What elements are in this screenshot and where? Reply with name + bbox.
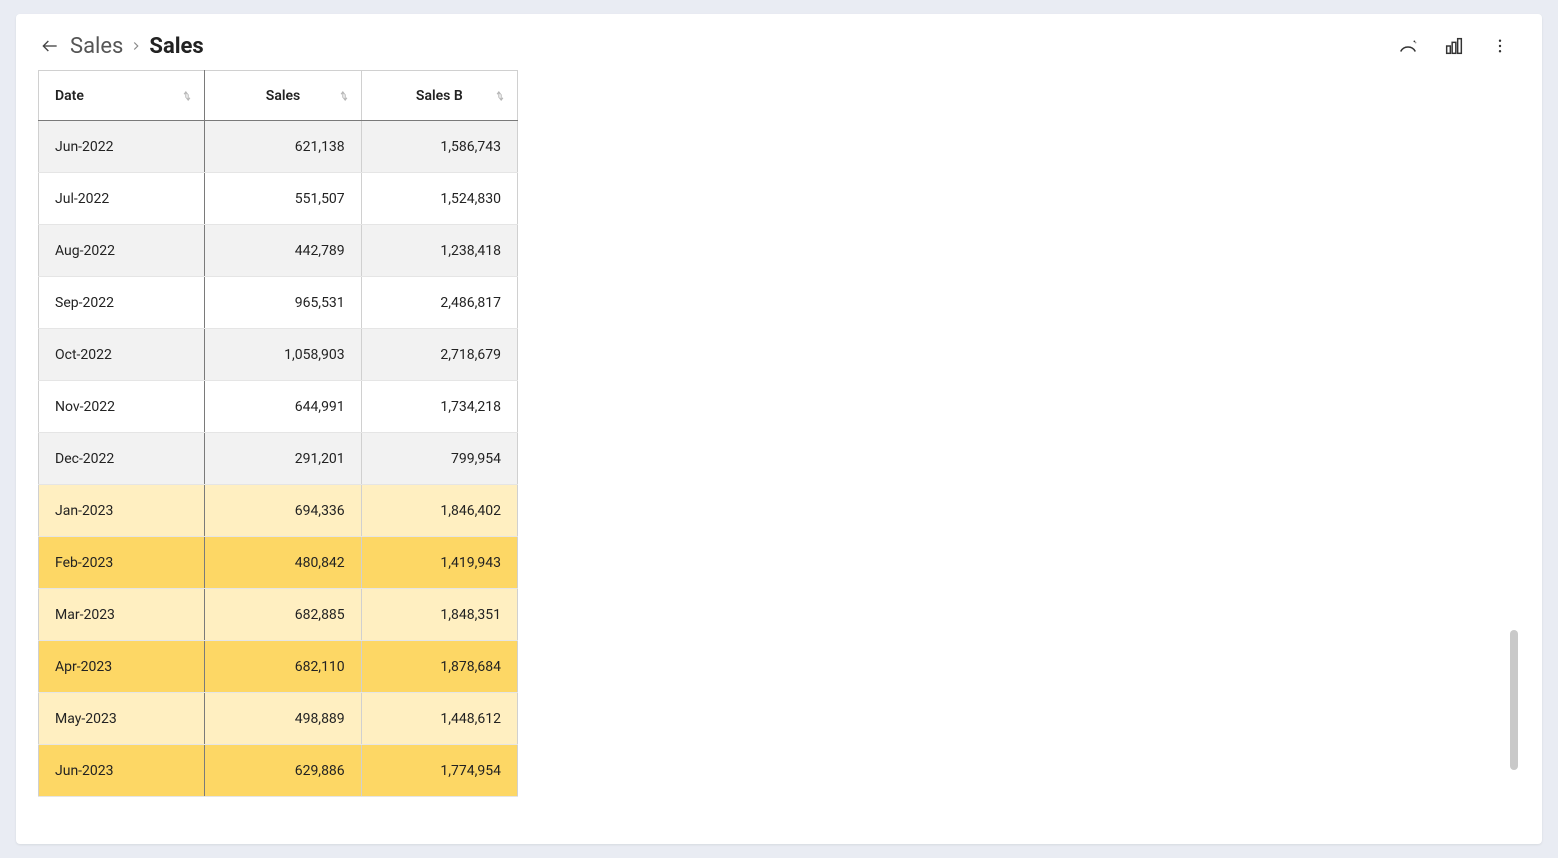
- cell-date: Apr-2023: [39, 641, 205, 693]
- cell-sales: 644,991: [205, 381, 361, 433]
- cell-date: Mar-2023: [39, 589, 205, 641]
- back-arrow-icon[interactable]: [38, 34, 62, 58]
- col-header-date-label: Date: [55, 88, 84, 104]
- table-row[interactable]: Aug-2022442,7891,238,418: [39, 225, 518, 277]
- table-row[interactable]: Oct-20221,058,9032,718,679: [39, 329, 518, 381]
- cell-salesb: 1,419,943: [361, 537, 517, 589]
- table-row[interactable]: Jun-2022621,1381,586,743: [39, 121, 518, 173]
- page-title: Sales: [149, 34, 203, 59]
- cell-salesb: 1,448,612: [361, 693, 517, 745]
- cell-salesb: 1,878,684: [361, 641, 517, 693]
- table-row[interactable]: Jan-2023694,3361,846,402: [39, 485, 518, 537]
- cell-date: Feb-2023: [39, 537, 205, 589]
- chevron-right-icon: [129, 34, 143, 58]
- cell-sales: 498,889: [205, 693, 361, 745]
- table-row[interactable]: Mar-2023682,8851,848,351: [39, 589, 518, 641]
- cell-date: Oct-2022: [39, 329, 205, 381]
- cell-salesb: 1,524,830: [361, 173, 517, 225]
- cell-salesb: 1,774,954: [361, 745, 517, 797]
- header: Sales Sales: [16, 14, 1542, 70]
- header-left: Sales Sales: [38, 34, 204, 59]
- sort-icon[interactable]: [493, 89, 507, 103]
- cell-sales: 1,058,903: [205, 329, 361, 381]
- cell-salesb: 1,238,418: [361, 225, 517, 277]
- table-row[interactable]: Jul-2022551,5071,524,830: [39, 173, 518, 225]
- table-row[interactable]: Sep-2022965,5312,486,817: [39, 277, 518, 329]
- sort-icon[interactable]: [180, 89, 194, 103]
- cell-salesb: 799,954: [361, 433, 517, 485]
- table-row[interactable]: Apr-2023682,1101,878,684: [39, 641, 518, 693]
- cell-date: Jan-2023: [39, 485, 205, 537]
- cell-date: Dec-2022: [39, 433, 205, 485]
- breadcrumb: Sales Sales: [70, 34, 204, 59]
- col-header-salesb-label: Sales B: [416, 88, 463, 104]
- scrollbar-thumb[interactable]: [1510, 630, 1518, 770]
- cell-date: Jul-2022: [39, 173, 205, 225]
- cell-sales: 682,885: [205, 589, 361, 641]
- cell-sales: 965,531: [205, 277, 361, 329]
- cell-date: Sep-2022: [39, 277, 205, 329]
- col-header-date[interactable]: Date: [39, 71, 205, 121]
- bar-chart-icon[interactable]: [1440, 32, 1468, 60]
- table-body: Jun-2022621,1381,586,743Jul-2022551,5071…: [39, 121, 518, 797]
- cell-date: Jun-2022: [39, 121, 205, 173]
- table-container: Date Sales: [16, 70, 1542, 844]
- col-header-sales-label: Sales: [266, 88, 300, 104]
- col-header-sales[interactable]: Sales: [205, 71, 361, 121]
- cell-salesb: 1,734,218: [361, 381, 517, 433]
- cell-sales: 442,789: [205, 225, 361, 277]
- cell-salesb: 2,718,679: [361, 329, 517, 381]
- table-row[interactable]: Nov-2022644,9911,734,218: [39, 381, 518, 433]
- more-menu-icon[interactable]: [1486, 32, 1514, 60]
- breadcrumb-root[interactable]: Sales: [70, 34, 123, 59]
- col-header-salesb[interactable]: Sales B: [361, 71, 517, 121]
- cell-salesb: 2,486,817: [361, 277, 517, 329]
- table-row[interactable]: Dec-2022291,201799,954: [39, 433, 518, 485]
- cell-sales: 682,110: [205, 641, 361, 693]
- header-actions: [1394, 32, 1520, 60]
- gauge-icon[interactable]: [1394, 32, 1422, 60]
- sort-icon[interactable]: [337, 89, 351, 103]
- scroll-area[interactable]: Date Sales: [38, 70, 1520, 844]
- cell-sales: 480,842: [205, 537, 361, 589]
- cell-sales: 291,201: [205, 433, 361, 485]
- cell-sales: 694,336: [205, 485, 361, 537]
- cell-salesb: 1,848,351: [361, 589, 517, 641]
- report-card: Sales Sales: [16, 14, 1542, 844]
- cell-date: Nov-2022: [39, 381, 205, 433]
- data-table: Date Sales: [38, 70, 518, 797]
- table-row[interactable]: May-2023498,8891,448,612: [39, 693, 518, 745]
- cell-salesb: 1,586,743: [361, 121, 517, 173]
- cell-date: Jun-2023: [39, 745, 205, 797]
- table-row[interactable]: Feb-2023480,8421,419,943: [39, 537, 518, 589]
- cell-sales: 621,138: [205, 121, 361, 173]
- table-row[interactable]: Jun-2023629,8861,774,954: [39, 745, 518, 797]
- table-header-row: Date Sales: [39, 71, 518, 121]
- cell-sales: 551,507: [205, 173, 361, 225]
- cell-sales: 629,886: [205, 745, 361, 797]
- cell-salesb: 1,846,402: [361, 485, 517, 537]
- cell-date: May-2023: [39, 693, 205, 745]
- cell-date: Aug-2022: [39, 225, 205, 277]
